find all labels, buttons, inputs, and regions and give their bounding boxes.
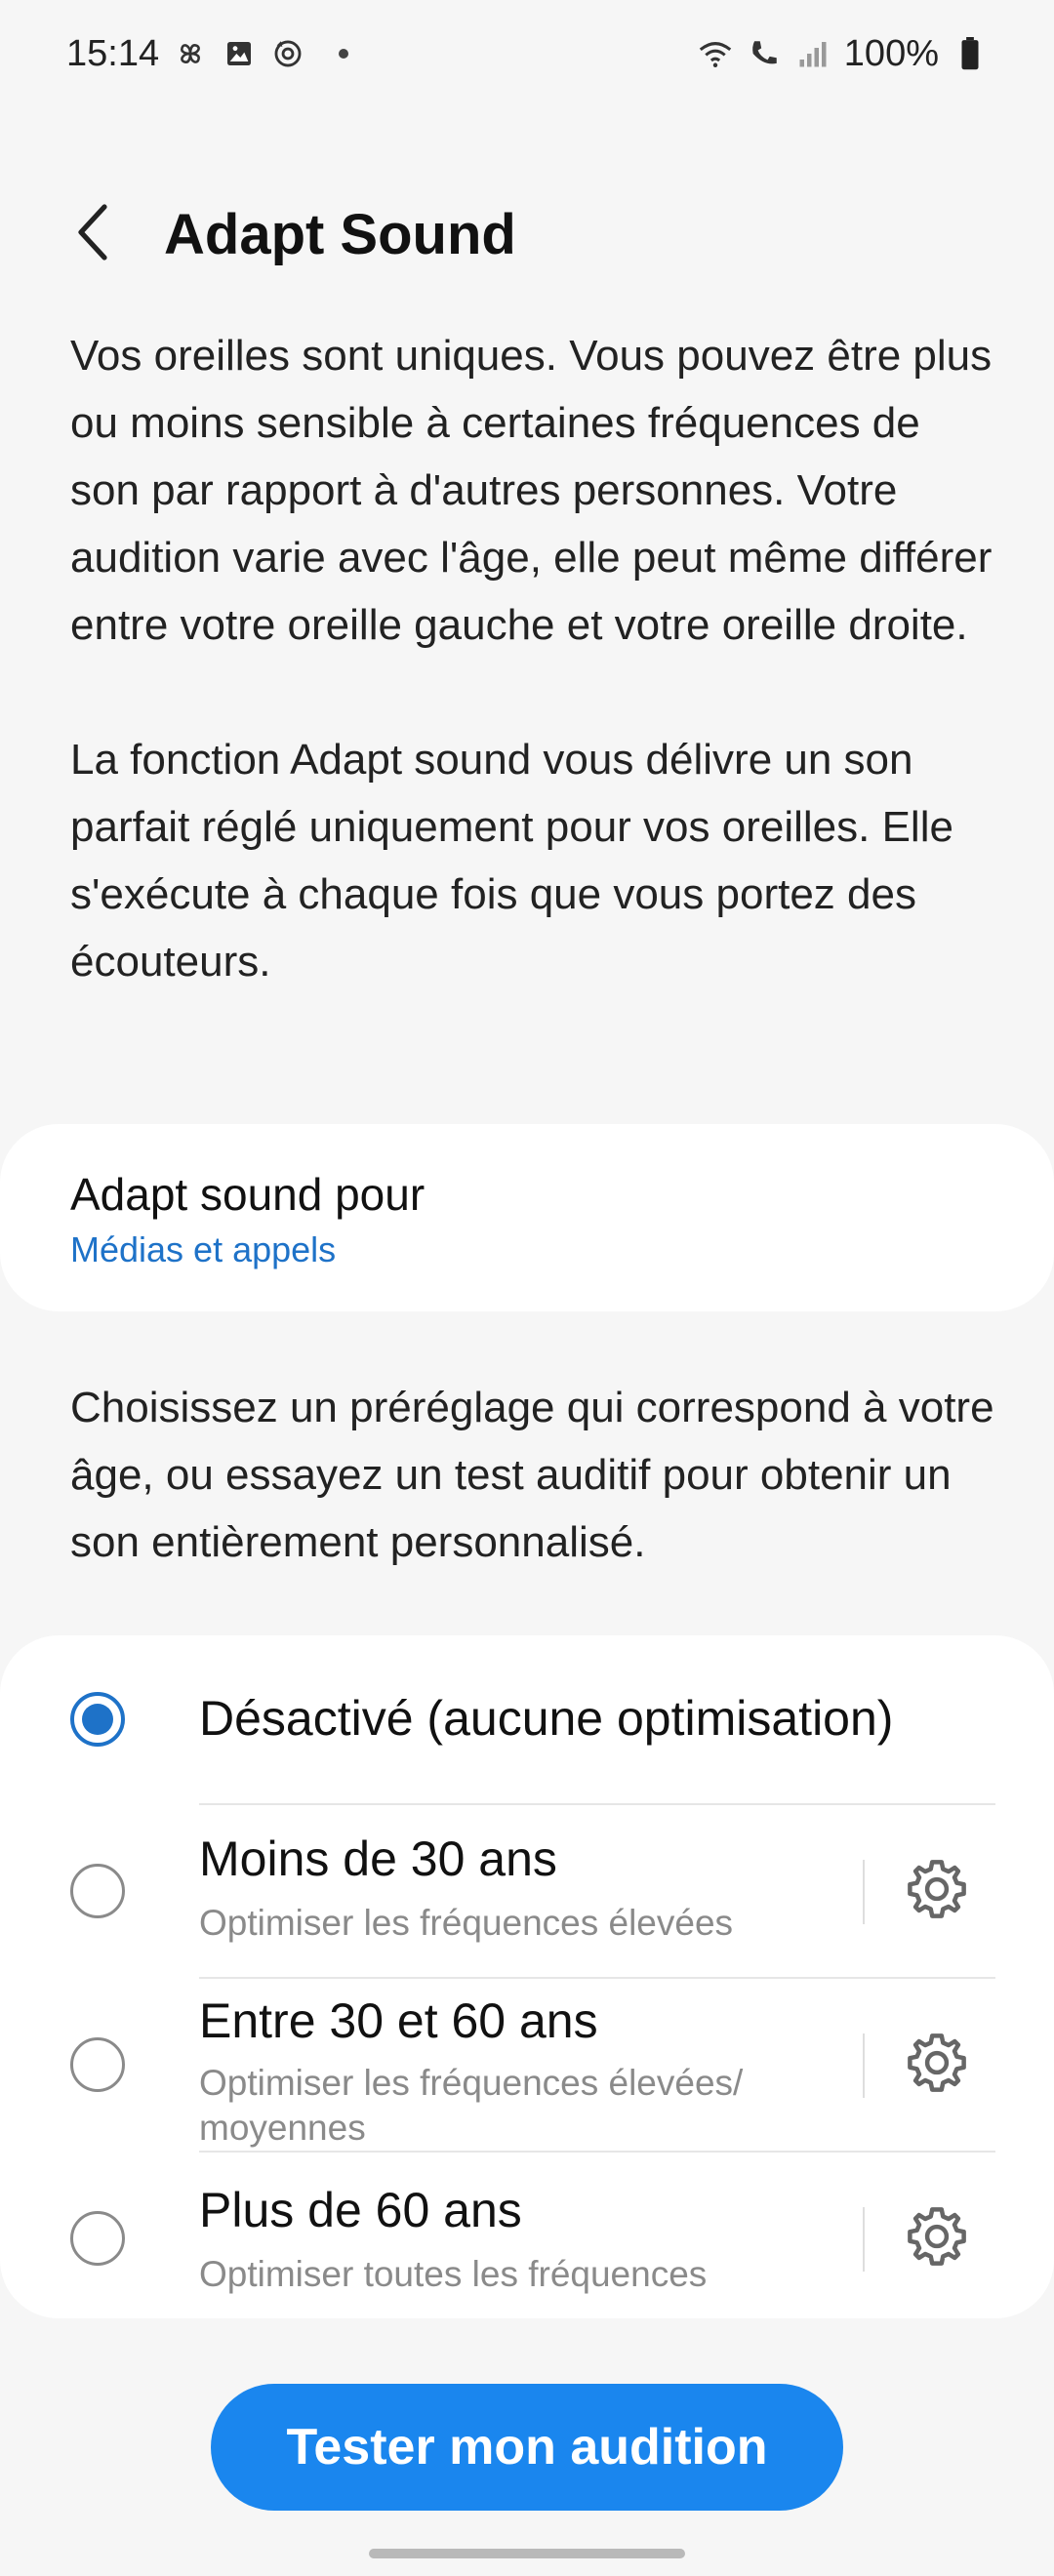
status-left: 15:14 — [66, 32, 349, 75]
vertical-separator — [863, 1860, 865, 1924]
back-button[interactable] — [59, 195, 127, 273]
chevron-left-icon — [71, 203, 114, 266]
adapt-sound-for-setting[interactable]: Adapt sound pour Médias et appels — [0, 1124, 1054, 1311]
battery-icon — [953, 36, 988, 71]
option-over-60-subtitle: Optimiser toutes les fréquences — [199, 2254, 708, 2294]
signal-icon — [795, 36, 831, 71]
option-under-30-subtitle: Optimiser les fréquences élevées — [199, 1903, 734, 1943]
radio-under-30[interactable] — [70, 1864, 125, 1918]
option-30-to-60-subtitle: Optimiser les fréquences élevées/ moyenn… — [199, 2063, 744, 2148]
option-over-60[interactable]: Plus de 60 ans Optimiser toutes les fréq… — [0, 2153, 1054, 2318]
pinwheel-icon — [173, 36, 208, 71]
option-under-30[interactable]: Moins de 30 ans Optimiser les fréquences… — [0, 1805, 1054, 1977]
image-icon — [222, 36, 257, 71]
gear-icon — [902, 2201, 972, 2276]
header: Adapt Sound — [0, 185, 1054, 283]
home-indicator[interactable] — [369, 2549, 685, 2558]
vertical-separator — [863, 2033, 865, 2098]
gear-icon — [902, 2028, 972, 2103]
preset-options-card: Désactivé (aucune optimisation) Moins de… — [0, 1635, 1054, 2318]
battery-percent: 100% — [843, 32, 939, 74]
option-30-to-60-title: Entre 30 et 60 ans — [199, 1993, 598, 2048]
option-over-60-title: Plus de 60 ans — [199, 2183, 522, 2237]
status-time: 15:14 — [66, 32, 160, 74]
status-bar: 15:14 100% — [0, 0, 1054, 107]
wifi-icon — [698, 36, 733, 71]
settings-30-to-60-button[interactable] — [898, 2026, 976, 2104]
option-off-title: Désactivé (aucune optimisation) — [199, 1691, 894, 1746]
vertical-separator — [863, 2207, 865, 2272]
gear-icon — [902, 1854, 972, 1929]
page-title: Adapt Sound — [164, 202, 516, 266]
adapt-sound-for-title: Adapt sound pour — [70, 1169, 426, 1220]
intro-paragraph-2: La fonction Adapt sound vous délivre un … — [70, 736, 953, 986]
radio-off[interactable] — [70, 1692, 125, 1747]
intro-paragraph-1: Vos oreilles sont uniques. Vous pouvez ê… — [70, 332, 993, 649]
status-right: 100% — [698, 33, 988, 75]
radio-over-60[interactable] — [70, 2211, 125, 2266]
radio-30-to-60[interactable] — [70, 2037, 125, 2092]
notification-dot — [339, 49, 349, 59]
adapt-sound-for-value: Médias et appels — [70, 1229, 337, 1269]
wifi-call-icon — [747, 36, 782, 71]
sync-target-icon — [270, 36, 305, 71]
option-off[interactable]: Désactivé (aucune optimisation) — [0, 1635, 1054, 1803]
option-under-30-title: Moins de 30 ans — [199, 1831, 557, 1886]
preset-description: Choisissez un préréglage qui correspond … — [70, 1384, 994, 1566]
option-30-to-60[interactable]: Entre 30 et 60 ans Optimiser les fréquen… — [0, 1979, 1054, 2151]
intro-text: Vos oreilles sont uniques. Vous pouvez ê… — [70, 322, 997, 1063]
settings-under-30-button[interactable] — [898, 1852, 976, 1930]
test-hearing-button[interactable]: Tester mon audition — [211, 2384, 843, 2511]
settings-over-60-button[interactable] — [898, 2199, 976, 2277]
